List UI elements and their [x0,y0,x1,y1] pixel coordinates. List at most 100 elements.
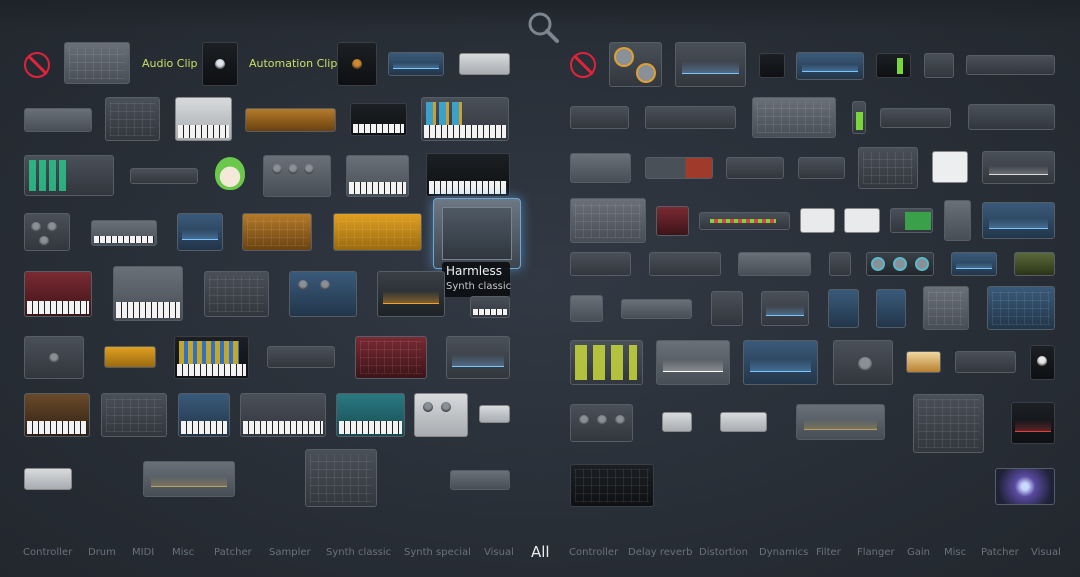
plugin-thumb[interactable] [355,336,427,379]
plugin-thumb[interactable] [828,289,859,328]
tab-dynamics[interactable]: Dynamics [759,547,808,558]
tab-visual[interactable]: Visual [484,547,514,558]
plugin-thumb[interactable] [175,97,232,141]
plugin-thumb[interactable] [24,336,84,379]
plugin-thumb[interactable] [645,106,736,129]
plugin-thumb[interactable] [24,271,92,317]
plugin-thumb[interactable] [421,97,509,141]
tab-distortion[interactable]: Distortion [699,547,748,558]
tab-flanger[interactable]: Flanger [857,547,895,558]
plugin-thumb[interactable] [995,468,1055,505]
plugin-thumb[interactable] [711,291,743,326]
plugin-thumb[interactable] [906,351,941,373]
plugin-mascot-icon[interactable] [215,157,245,190]
plugin-thumb[interactable] [204,271,269,317]
plugin-thumb[interactable] [570,340,643,385]
tab-gain[interactable]: Gain [907,547,930,558]
plugin-thumb[interactable] [932,151,968,183]
tab-all[interactable]: All [531,543,550,561]
plugin-thumb[interactable] [570,464,654,507]
plugin-thumb[interactable] [336,393,405,437]
tab-delay-reverb[interactable]: Delay reverb [628,547,692,558]
no-plugin-icon[interactable] [570,52,596,78]
plugin-thumb[interactable] [333,213,422,251]
plugin-thumb[interactable] [844,208,880,233]
plugin-thumb[interactable] [240,393,326,437]
plugin-thumb[interactable] [662,412,692,432]
search-icon[interactable] [526,10,560,44]
plugin-thumb[interactable] [968,104,1055,130]
tab-fx-patcher[interactable]: Patcher [981,547,1019,558]
tab-fx-misc[interactable]: Misc [944,547,966,558]
plugin-thumb[interactable] [656,340,730,385]
plugin-thumb[interactable] [726,157,784,179]
plugin-thumb[interactable] [796,404,885,440]
plugin-thumb[interactable] [743,340,818,385]
plugin-thumb[interactable] [263,155,331,197]
plugin-thumb[interactable] [245,108,336,132]
plugin-thumb[interactable] [570,252,631,276]
plugin-thumb[interactable] [880,108,951,128]
plugin-thumb[interactable] [1011,402,1055,444]
plugin-thumb[interactable] [609,42,662,87]
plugin-thumb[interactable] [761,291,809,326]
plugin-thumb[interactable] [866,252,934,276]
plugin-thumb[interactable] [426,153,510,197]
plugin-thumb[interactable] [479,405,510,423]
plugin-thumb[interactable] [289,271,357,317]
plugin-thumb[interactable] [982,151,1055,184]
tab-misc[interactable]: Misc [172,547,194,558]
plugin-thumb[interactable] [858,147,918,189]
tab-synth-special[interactable]: Synth special [404,547,471,558]
tab-fx-controller[interactable]: Controller [569,547,618,558]
plugin-thumb[interactable] [143,461,235,497]
tab-filter[interactable]: Filter [816,547,841,558]
plugin-thumb[interactable] [242,213,312,251]
plugin-thumb[interactable] [649,252,721,276]
plugin-thumb[interactable] [24,468,72,490]
plugin-thumb[interactable] [177,213,223,251]
plugin-thumb[interactable] [955,351,1016,373]
tab-synth-classic[interactable]: Synth classic [326,547,391,558]
plugin-thumb[interactable] [105,97,160,141]
plugin-thumb[interactable] [24,155,114,196]
plugin-thumb[interactable] [720,412,767,432]
plugin-thumb[interactable] [350,103,407,136]
plugin-thumb[interactable] [101,393,167,437]
tab-drum[interactable]: Drum [88,547,116,558]
plugin-thumb[interactable] [459,53,510,75]
plugin-thumb[interactable] [852,101,866,134]
audio-clip-label[interactable]: Audio Clip [142,57,198,70]
plugin-thumb[interactable] [130,168,198,184]
plugin-thumb[interactable] [24,213,70,251]
plugin-thumb[interactable] [305,449,377,507]
plugin-thumb[interactable] [621,299,692,319]
plugin-thumb[interactable] [829,252,851,276]
plugin-thumb[interactable] [699,212,790,230]
plugin-thumb[interactable] [645,157,713,179]
plugin-thumb[interactable] [570,295,603,322]
plugin-thumb[interactable] [388,52,444,76]
plugin-thumb[interactable] [752,97,836,138]
plugin-thumb[interactable] [570,198,646,243]
plugin-thumb[interactable] [570,404,633,442]
plugin-thumb[interactable] [923,286,969,330]
plugin-thumb[interactable] [656,206,689,236]
tab-patcher[interactable]: Patcher [214,547,252,558]
plugin-thumb[interactable] [470,296,510,318]
plugin-thumb[interactable] [833,340,893,385]
automation-clip-label[interactable]: Automation Clip [249,57,337,70]
plugin-thumb[interactable] [91,220,157,246]
plugin-thumb[interactable] [924,53,954,78]
tab-fx-visual[interactable]: Visual [1031,547,1061,558]
plugin-thumb[interactable] [876,289,906,328]
plugin-thumb[interactable] [24,108,92,132]
plugin-thumb[interactable] [944,200,971,241]
plugin-thumb[interactable] [987,286,1055,330]
plugin-thumb[interactable] [876,53,911,78]
plugin-thumb[interactable] [377,271,445,317]
plugin-thumb[interactable] [178,393,230,437]
plugin-thumb[interactable] [346,155,409,197]
plugin-thumb[interactable] [759,53,785,78]
tab-controller[interactable]: Controller [23,547,72,558]
